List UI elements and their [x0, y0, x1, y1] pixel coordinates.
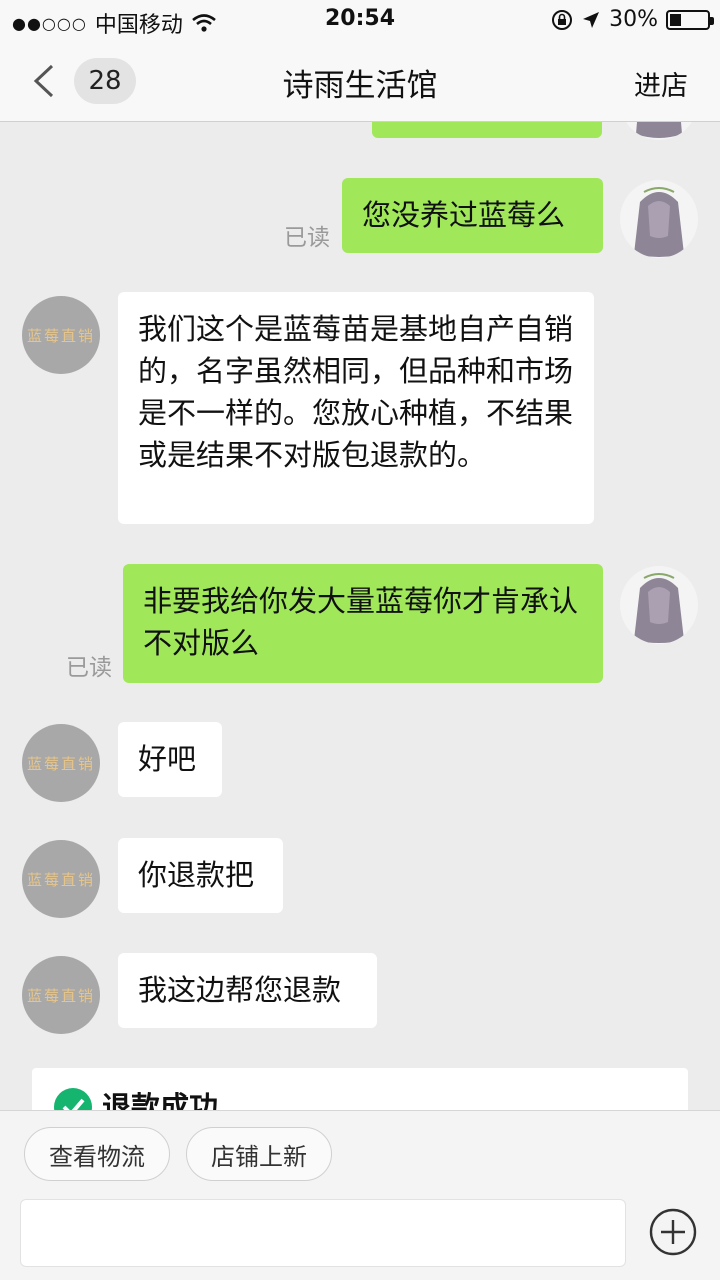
- shop-new-arrivals-button[interactable]: 店铺上新: [186, 1127, 332, 1181]
- message-bubble-partial: [372, 122, 602, 138]
- message-input[interactable]: [20, 1199, 626, 1267]
- shop-avatar[interactable]: 蓝莓直销: [22, 724, 100, 802]
- shop-avatar[interactable]: 蓝莓直销: [22, 840, 100, 918]
- user-avatar-image: [634, 187, 684, 257]
- message-text: 我们这个是蓝莓苗是基地自产自销的，名字虽然相同，但品种和市场是不一样的。您放心种…: [138, 312, 574, 472]
- message-text: 您没养过蓝莓么: [362, 198, 566, 232]
- read-status: 已读: [284, 225, 330, 251]
- user-avatar[interactable]: [620, 122, 698, 140]
- user-avatar-image: [634, 573, 684, 643]
- message-text: 非要我给你发大量蓝莓你才肯承认不对版么: [143, 584, 579, 660]
- shop-avatar[interactable]: 蓝莓直销: [22, 956, 100, 1034]
- message-text: 你退款把: [138, 858, 255, 892]
- status-right: 30%: [551, 7, 714, 32]
- shop-avatar[interactable]: 蓝莓直销: [22, 296, 100, 374]
- chat-message-list[interactable]: 已读 您没养过蓝莓么 蓝莓直销 我们这个是蓝莓苗是基地自产自销的，名字虽然相同，…: [0, 122, 720, 1110]
- message-text: 我这边帮您退款: [138, 973, 342, 1007]
- message-bubble[interactable]: 您没养过蓝莓么: [342, 178, 603, 253]
- shop-avatar-label: 蓝莓直销: [26, 326, 95, 345]
- bottom-toolbar: 查看物流 店铺上新: [0, 1110, 720, 1280]
- status-bar: ●●○○○ 中国移动 20:54 30%: [0, 0, 720, 40]
- shop-avatar-label: 蓝莓直销: [26, 754, 95, 773]
- message-bubble[interactable]: 非要我给你发大量蓝莓你才肯承认不对版么: [123, 564, 603, 683]
- message-text: 好吧: [138, 742, 197, 776]
- battery-icon: [666, 9, 714, 30]
- location-arrow-icon: [583, 11, 600, 28]
- battery-level: [670, 13, 681, 26]
- battery-tip: [710, 16, 714, 25]
- refund-card-title: 退款成功: [102, 1090, 219, 1110]
- view-logistics-button[interactable]: 查看物流: [24, 1127, 170, 1181]
- user-avatar[interactable]: [620, 180, 698, 258]
- read-status: 已读: [66, 655, 112, 681]
- user-avatar[interactable]: [620, 566, 698, 644]
- shop-avatar-label: 蓝莓直销: [26, 870, 95, 889]
- battery-percentage: 30%: [609, 7, 658, 32]
- message-bubble[interactable]: 你退款把: [118, 838, 283, 913]
- plus-circle-icon[interactable]: [648, 1207, 698, 1257]
- rotation-lock-icon: [552, 9, 573, 30]
- shop-avatar-label: 蓝莓直销: [26, 986, 95, 1005]
- page-title: 诗雨生活馆: [282, 68, 438, 104]
- user-avatar-image: [636, 122, 682, 138]
- check-circle-icon: [54, 1088, 92, 1110]
- message-bubble[interactable]: 好吧: [118, 722, 222, 797]
- message-bubble[interactable]: 我这边帮您退款: [118, 953, 377, 1028]
- nav-bar: 28 诗雨生活馆 进店: [0, 40, 720, 122]
- enter-shop-button[interactable]: 进店: [634, 64, 688, 103]
- refund-status-card[interactable]: 退款成功: [32, 1068, 688, 1110]
- message-bubble[interactable]: 我们这个是蓝莓苗是基地自产自销的，名字虽然相同，但品种和市场是不一样的。您放心种…: [118, 292, 594, 524]
